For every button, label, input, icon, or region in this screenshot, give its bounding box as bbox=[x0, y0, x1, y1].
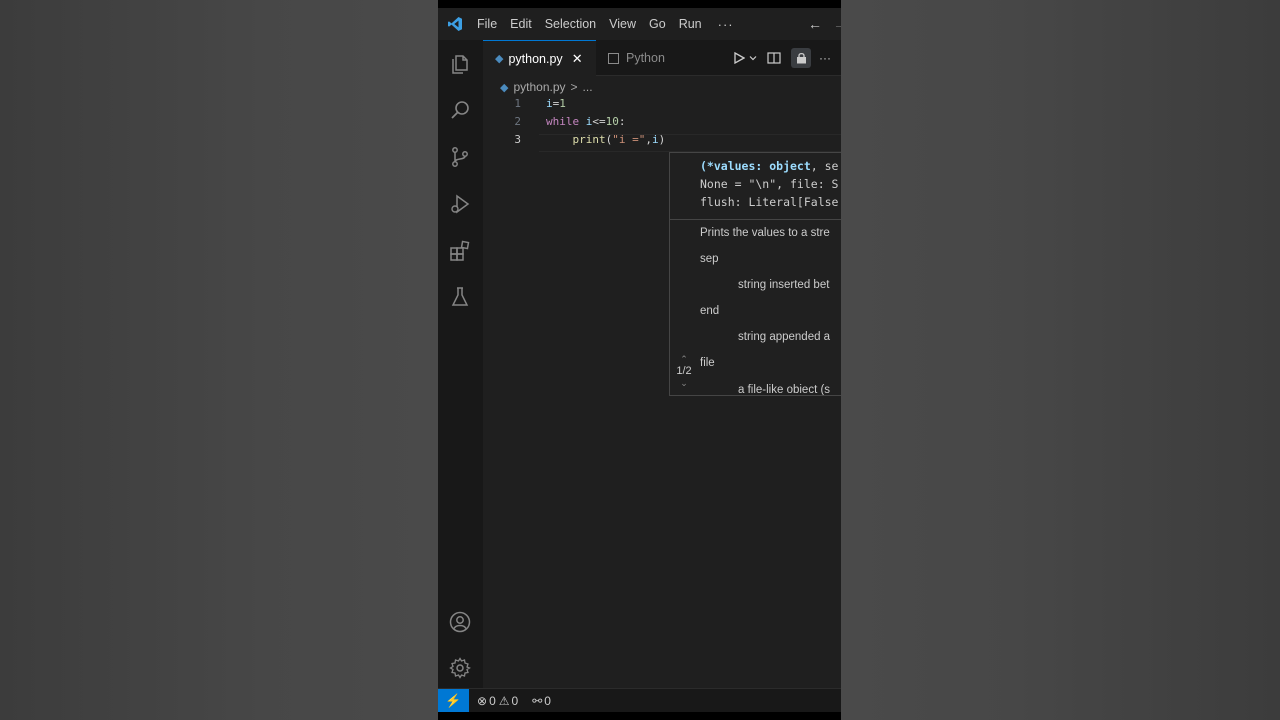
search-icon[interactable] bbox=[448, 98, 472, 122]
signature-part: None = "\n", file: S bbox=[700, 177, 839, 191]
signature-pager: ⌃ 1/2 ⌄ bbox=[670, 353, 698, 389]
tab-label: Python bbox=[626, 51, 665, 65]
video-background-right bbox=[841, 0, 1280, 720]
top-letterbox bbox=[438, 0, 841, 8]
python-file-icon: ◆ bbox=[500, 81, 509, 94]
signature-doc-line: a file-like obiect (s bbox=[738, 384, 831, 396]
next-signature-icon[interactable]: ⌄ bbox=[670, 377, 698, 389]
signature-doc-line: string appended a bbox=[738, 331, 831, 343]
activity-bar bbox=[438, 40, 483, 688]
tab-python-py[interactable]: ◆ python.py ✕ bbox=[483, 40, 596, 76]
code-token: 10 bbox=[605, 115, 619, 128]
bottom-letterbox bbox=[438, 712, 841, 720]
video-background-left bbox=[0, 0, 438, 720]
menu-file[interactable]: File bbox=[477, 17, 497, 31]
split-editor-icon[interactable] bbox=[767, 52, 781, 64]
status-bar: ⚡ ⊗ 0 ⚠ 0 ⚯ 0 bbox=[438, 688, 841, 713]
ports-icon: ⚯ bbox=[532, 693, 543, 708]
error-count: 0 bbox=[489, 693, 496, 708]
ports-count: 0 bbox=[544, 693, 551, 708]
editor-tab-bar: ◆ python.py ✕ Python ··· bbox=[483, 40, 841, 76]
vscode-logo-icon bbox=[448, 17, 462, 31]
files-icon[interactable] bbox=[448, 52, 472, 76]
code-token: i bbox=[546, 97, 553, 110]
menu-selection[interactable]: Selection bbox=[545, 17, 596, 31]
run-dropdown-chevron-icon[interactable] bbox=[749, 54, 757, 62]
signature-doc-line: Prints the values to a stre bbox=[700, 227, 830, 239]
signature-doc-line: sep bbox=[700, 253, 719, 265]
warning-icon: ⚠ bbox=[498, 693, 510, 708]
menu-run[interactable]: Run bbox=[679, 17, 702, 31]
ports-status[interactable]: ⚯ 0 bbox=[532, 694, 551, 708]
signature-page-counter: 1/2 bbox=[676, 365, 692, 377]
testing-icon[interactable] bbox=[448, 285, 472, 309]
signature-line: None = "\n", file: S bbox=[700, 175, 838, 193]
breadcrumb-separator: > bbox=[570, 80, 578, 94]
signature-doc-line: string inserted bet bbox=[738, 279, 830, 291]
settings-gear-icon[interactable] bbox=[448, 656, 472, 680]
line-number: 2 bbox=[514, 115, 521, 128]
code-token: ) bbox=[658, 133, 666, 146]
tab-actions: ··· bbox=[733, 40, 841, 76]
code-line[interactable]: 1 i=1 bbox=[483, 97, 841, 115]
account-icon[interactable] bbox=[448, 610, 472, 634]
lock-editor-group-button[interactable] bbox=[791, 48, 811, 68]
breadcrumb-file[interactable]: python.py bbox=[513, 80, 565, 94]
code-token: print bbox=[572, 133, 606, 146]
active-parameter: (*values: object bbox=[700, 159, 811, 173]
code-token: , bbox=[645, 133, 652, 146]
signature-part: , se bbox=[810, 159, 839, 173]
python-file-icon: ◆ bbox=[495, 53, 504, 65]
back-arrow-icon[interactable]: ← bbox=[808, 16, 822, 32]
breadcrumb: ◆ python.py > ... bbox=[500, 78, 593, 96]
breadcrumb-symbols[interactable]: ... bbox=[583, 80, 593, 94]
code-text: while i<=10: bbox=[546, 115, 626, 128]
forward-arrow-icon[interactable]: → bbox=[833, 16, 841, 32]
signature-help-popup: (*values: object, se None = "\n", file: S… bbox=[669, 152, 841, 396]
extensions-icon[interactable] bbox=[448, 239, 472, 263]
run-python-file-icon[interactable] bbox=[733, 52, 745, 64]
output-icon bbox=[608, 52, 619, 64]
tab-label: python.py bbox=[508, 51, 563, 66]
lock-icon bbox=[796, 52, 806, 64]
code-token: <= bbox=[592, 115, 606, 128]
problems-status[interactable]: ⊗ 0 ⚠ 0 bbox=[477, 694, 518, 708]
signature-text: (*values: object, se None = "\n", file: S… bbox=[700, 157, 838, 211]
warning-count: 0 bbox=[511, 693, 519, 708]
signature-line: (*values: object, se bbox=[700, 157, 838, 175]
source-control-icon[interactable] bbox=[448, 145, 472, 169]
code-token: i bbox=[652, 133, 659, 146]
close-tab-icon[interactable]: ✕ bbox=[572, 51, 583, 67]
line-number: 3 bbox=[514, 133, 521, 146]
signature-doc-line: file bbox=[700, 357, 715, 369]
signature-divider bbox=[670, 219, 841, 220]
code-token: : bbox=[618, 115, 626, 128]
code-text: i=1 bbox=[546, 97, 566, 110]
code-text: print("i =",i) bbox=[546, 133, 666, 146]
signature-part: flush: Literal[False bbox=[700, 195, 839, 209]
code-line[interactable]: 2 while i<=10: bbox=[483, 115, 841, 133]
code-token: while bbox=[546, 115, 580, 128]
remote-indicator-icon[interactable]: ⚡ bbox=[438, 688, 469, 713]
error-icon: ⊗ bbox=[477, 693, 488, 708]
line-number: 1 bbox=[514, 97, 521, 110]
signature-line: flush: Literal[False bbox=[700, 193, 838, 211]
tab-python-output[interactable]: Python bbox=[596, 40, 716, 76]
menu-view[interactable]: View bbox=[609, 17, 636, 31]
run-debug-icon[interactable] bbox=[448, 192, 472, 216]
more-actions-icon[interactable]: ··· bbox=[819, 51, 831, 65]
title-bar: File Edit Selection View Go Run ··· ← → bbox=[438, 8, 841, 40]
code-token: "i =" bbox=[612, 133, 646, 146]
menu-more-icon[interactable]: ··· bbox=[718, 17, 734, 32]
code-token: 1 bbox=[559, 97, 566, 110]
signature-doc-line: end bbox=[700, 305, 720, 317]
previous-signature-icon[interactable]: ⌃ bbox=[670, 353, 698, 365]
menu-go[interactable]: Go bbox=[649, 17, 666, 31]
code-line[interactable]: 3 print("i =",i) bbox=[483, 133, 841, 151]
menu-edit[interactable]: Edit bbox=[510, 17, 532, 31]
